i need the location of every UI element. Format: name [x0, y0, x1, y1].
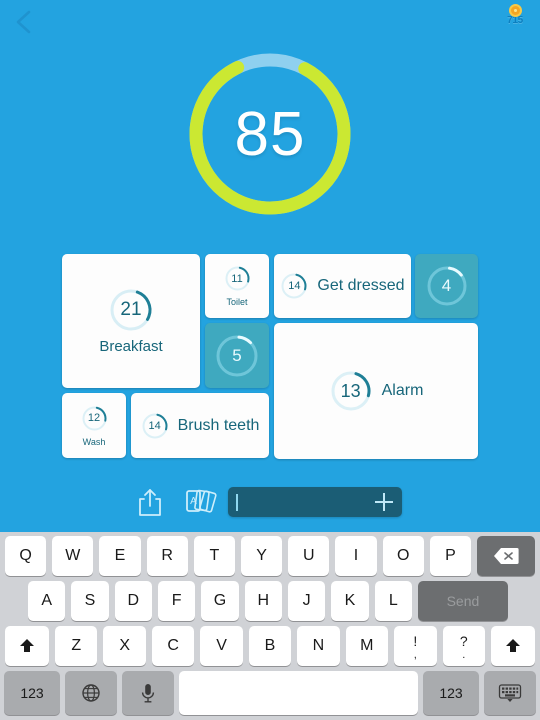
task-ring: 21 — [108, 287, 154, 333]
key-l[interactable]: L — [374, 581, 412, 621]
task-ring: 14 — [280, 272, 308, 300]
task-card-breakfast[interactable]: 21 Breakfast — [62, 254, 200, 388]
task-card-4[interactable]: 4 — [415, 254, 478, 318]
cards-button[interactable]: A — [178, 480, 222, 524]
task-number: 4 — [441, 276, 452, 295]
key-c[interactable]: C — [151, 626, 195, 666]
task-ring: 13 — [329, 369, 373, 413]
task-card-alarm[interactable]: 13 Alarm — [274, 323, 478, 459]
numbers-key-right[interactable]: 123 — [423, 671, 479, 715]
keyboard-dismiss-icon — [498, 683, 522, 703]
key-d[interactable]: D — [114, 581, 152, 621]
chevron-left-icon — [14, 9, 34, 35]
key-x[interactable]: X — [103, 626, 146, 666]
text-cursor — [236, 493, 238, 511]
key-period-label: . — [462, 648, 466, 661]
key-e[interactable]: E — [99, 536, 141, 576]
key-a[interactable]: A — [28, 581, 66, 621]
keyboard-row-4: 123 123 — [0, 671, 540, 715]
on-screen-keyboard: Q W E R T Y U I O P A S D F G H J K L Se… — [0, 532, 540, 720]
message-input[interactable] — [228, 487, 402, 517]
key-k[interactable]: K — [331, 581, 369, 621]
task-ring: 11 — [224, 265, 251, 292]
key-y[interactable]: Y — [241, 536, 283, 576]
shift-up-icon — [504, 637, 522, 655]
key-t[interactable]: T — [193, 536, 236, 576]
key-s[interactable]: S — [71, 581, 109, 621]
task-label: Wash — [82, 436, 106, 447]
keyboard-row-1: Q W E R T Y U I O P — [0, 536, 540, 576]
key-comma-label: , — [413, 648, 417, 661]
keyboard-dismiss-key[interactable] — [484, 671, 536, 715]
microphone-icon — [140, 682, 156, 704]
task-card-wash[interactable]: 12 Wash — [62, 393, 126, 458]
task-card-toilet[interactable]: 11 Toilet — [205, 254, 269, 318]
shift-key-left[interactable] — [5, 626, 49, 666]
plus-icon[interactable] — [375, 493, 393, 511]
numbers-key-left[interactable]: 123 — [4, 671, 60, 715]
key-z[interactable]: Z — [55, 626, 98, 666]
share-icon — [137, 487, 163, 517]
task-card-get-dressed[interactable]: 14 Get dressed — [274, 254, 411, 318]
coin-icon — [508, 4, 522, 17]
key-b[interactable]: B — [248, 626, 292, 666]
key-g[interactable]: G — [201, 581, 239, 621]
task-ring: 4 — [425, 264, 469, 308]
task-number: 11 — [231, 272, 243, 285]
key-v[interactable]: V — [200, 626, 243, 666]
task-label: Alarm — [381, 382, 424, 399]
space-key[interactable] — [179, 671, 418, 715]
task-card-brush-teeth[interactable]: 14 Brush teeth — [131, 393, 269, 458]
backspace-key[interactable] — [477, 536, 536, 576]
back-button[interactable] — [8, 6, 40, 38]
task-number: 14 — [288, 280, 301, 292]
task-label: Breakfast — [99, 338, 163, 355]
key-n[interactable]: N — [297, 626, 340, 666]
key-exclamation-label: ! — [413, 632, 418, 649]
globe-key[interactable] — [65, 671, 117, 715]
keyboard-row-3: Z X C V B N M ! , ? . — [0, 626, 540, 666]
key-exclamation-comma[interactable]: ! , — [394, 626, 437, 666]
progress-ring-section: 85 — [0, 36, 540, 232]
backspace-icon — [493, 547, 519, 565]
shift-up-icon — [18, 637, 36, 655]
task-number: 13 — [340, 380, 361, 401]
key-w[interactable]: W — [52, 536, 94, 576]
progress-ring: 85 — [181, 45, 359, 223]
share-button[interactable] — [128, 480, 172, 524]
key-h[interactable]: H — [244, 581, 282, 621]
globe-icon — [81, 683, 101, 703]
coin-badge[interactable]: 715 — [498, 4, 532, 36]
key-question-period[interactable]: ? . — [442, 626, 485, 666]
keyboard-row-2: A S D F G H J K L Send — [0, 581, 540, 621]
task-ring: 14 — [141, 412, 169, 440]
send-key[interactable]: Send — [417, 581, 508, 621]
key-i[interactable]: I — [335, 536, 377, 576]
cards-icon: A — [183, 487, 217, 517]
key-f[interactable]: F — [157, 581, 196, 621]
task-number: 5 — [232, 345, 242, 365]
task-label: Brush teeth — [177, 416, 260, 434]
task-number: 12 — [87, 412, 101, 424]
microphone-key[interactable] — [122, 671, 174, 715]
key-r[interactable]: R — [146, 536, 188, 576]
task-card-grid: 21 Breakfast 11 Toilet 14 Get dressed 4 … — [62, 250, 478, 462]
key-u[interactable]: U — [288, 536, 330, 576]
task-number: 14 — [148, 419, 161, 432]
task-card-5[interactable]: 5 — [205, 323, 269, 388]
key-question-label: ? — [459, 632, 468, 649]
task-ring: 12 — [81, 405, 108, 432]
svg-text:A: A — [190, 496, 197, 507]
shift-key-right[interactable] — [490, 626, 535, 666]
key-o[interactable]: O — [382, 536, 424, 576]
key-j[interactable]: J — [287, 581, 326, 621]
task-label: Get dressed — [317, 277, 405, 294]
key-m[interactable]: M — [345, 626, 389, 666]
task-label: Toilet — [226, 297, 248, 307]
key-p[interactable]: P — [429, 536, 472, 576]
key-q[interactable]: Q — [5, 536, 47, 576]
progress-value: 85 — [234, 99, 306, 169]
task-ring: 5 — [214, 333, 260, 379]
task-number: 21 — [120, 299, 142, 320]
